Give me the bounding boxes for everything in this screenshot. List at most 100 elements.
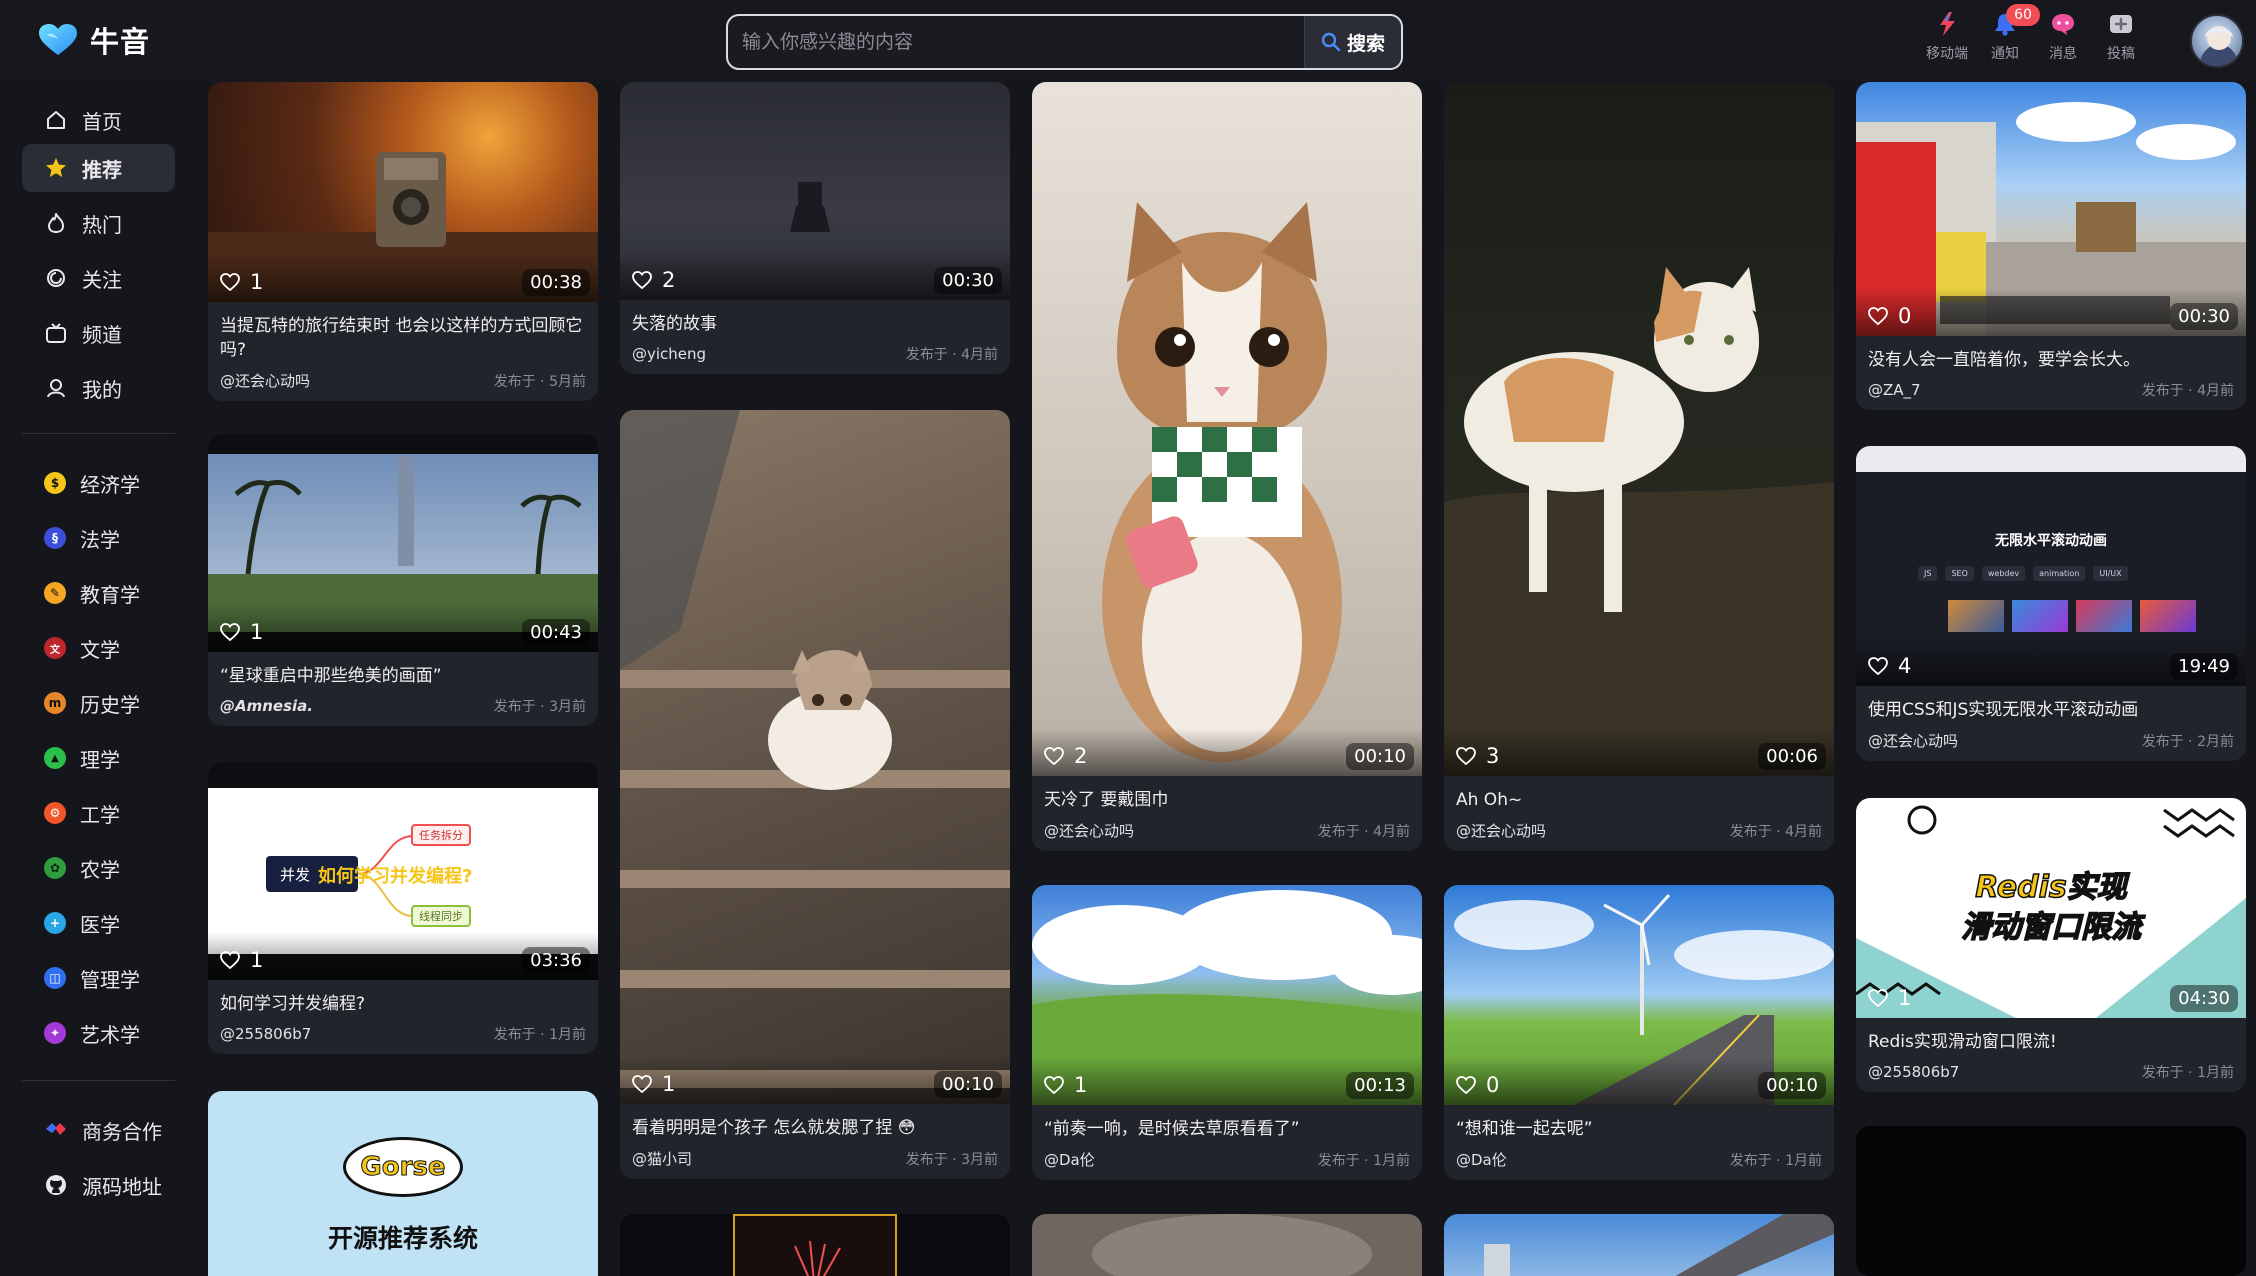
- sidebar-item-recommend[interactable]: 推荐: [22, 144, 175, 192]
- sidebar-item-engineering[interactable]: ⚙ 工学: [22, 789, 175, 837]
- author-name[interactable]: @255806b7: [1868, 1063, 1959, 1081]
- sidebar-item-art[interactable]: ✦ 艺术学: [22, 1009, 175, 1057]
- upload-label: 投稿: [2107, 46, 2135, 62]
- channel-icon: [44, 321, 68, 345]
- video-card[interactable]: 2 00:30 失落的故事 @yicheng 发布于 · 4月前: [620, 82, 1010, 374]
- author-name[interactable]: @还会心动吗: [1868, 730, 1958, 751]
- sidebar-item-label: 文学: [80, 637, 120, 662]
- sidebar-item-cooperation[interactable]: 商务合作: [22, 1106, 175, 1154]
- fire-icon: [44, 211, 68, 235]
- publish-date: 发布于 · 1月前: [1317, 1152, 1410, 1169]
- sidebar-item-label: 农学: [80, 857, 120, 882]
- sidebar-item-source[interactable]: 源码地址: [22, 1161, 175, 1209]
- sidebar-item-label: 经济学: [80, 472, 140, 497]
- card-meta: @还会心动吗 发布于 · 5月前: [220, 370, 586, 391]
- card-meta: @还会心动吗 发布于 · 4月前: [1044, 820, 1410, 841]
- logo[interactable]: 牛音: [38, 20, 150, 60]
- sidebar-item-literature[interactable]: 文 文学: [22, 624, 175, 672]
- video-duration: 00:10: [934, 1071, 1002, 1098]
- sidebar-item-follow[interactable]: 关注: [22, 254, 175, 302]
- author-name[interactable]: @还会心动吗: [220, 370, 310, 391]
- video-card[interactable]: Gorse 开源推荐系统: [208, 1091, 598, 1276]
- likes-indicator: 1: [220, 948, 263, 972]
- sidebar-item-medicine[interactable]: + 医学: [22, 899, 175, 947]
- demo-tag: JS: [1918, 566, 1938, 581]
- mobile-button[interactable]: 移动端: [1926, 10, 1968, 63]
- search-input[interactable]: [728, 16, 1304, 68]
- avatar[interactable]: [2190, 14, 2244, 68]
- video-card[interactable]: 并发 如何学习并发编程? 任务拆分 线程同步 1 03:36 如何学习并发编程?…: [208, 762, 598, 1054]
- github-icon: [44, 1173, 68, 1197]
- author-name[interactable]: @yicheng: [632, 345, 706, 363]
- author-name[interactable]: @还会心动吗: [1044, 820, 1134, 841]
- sidebar-item-law[interactable]: § 法学: [22, 514, 175, 562]
- video-duration: 00:43: [522, 619, 590, 646]
- author-name[interactable]: @还会心动吗: [1456, 820, 1546, 841]
- card-meta: @Da伦 发布于 · 1月前: [1044, 1149, 1410, 1170]
- search-button[interactable]: 搜索: [1304, 16, 1401, 68]
- video-card[interactable]: [1444, 1214, 1834, 1276]
- sidebar-item-education[interactable]: ✎ 教育学: [22, 569, 175, 617]
- science-icon: ▲: [44, 747, 66, 769]
- message-button[interactable]: 消息: [2042, 10, 2084, 63]
- avatar-image: [2198, 26, 2240, 66]
- heart-icon: [1456, 1076, 1476, 1094]
- likes-count: 4: [1898, 654, 1912, 678]
- sidebar-divider: [22, 433, 175, 434]
- video-card[interactable]: [620, 1214, 1010, 1276]
- author-name[interactable]: @ZA_7: [1868, 381, 1921, 399]
- management-icon: ◫: [44, 967, 66, 989]
- video-title: “想和谁一起去呢”: [1456, 1119, 1593, 1139]
- video-card[interactable]: 1 00:13 “前奏一响，是时候去草原看看了” @Da伦 发布于 · 1月前: [1032, 885, 1422, 1180]
- author-name[interactable]: @Amnesia.: [220, 697, 313, 715]
- video-card[interactable]: 无限水平滚动动画 JS SEO webdev animation UI/UX 4…: [1856, 446, 2246, 761]
- sidebar-item-economics[interactable]: $ 经济学: [22, 459, 175, 507]
- sidebar-item-science[interactable]: ▲ 理学: [22, 734, 175, 782]
- author-name[interactable]: @猫小司: [632, 1148, 692, 1169]
- demo-tags: JS SEO webdev animation UI/UX: [1918, 566, 2128, 581]
- browser-chrome: [1856, 446, 2246, 472]
- sidebar-item-mine[interactable]: 我的: [22, 364, 175, 412]
- video-card[interactable]: 0 00:30 没有人会一直陪着你，要学会长大。 @ZA_7 发布于 · 4月前: [1856, 82, 2246, 410]
- video-card[interactable]: [1032, 1214, 1422, 1276]
- publish-date: 发布于 · 1月前: [2141, 1065, 2234, 1081]
- video-card[interactable]: Redis实现 滑动窗口限流 1 04:30 Redis实现滑动窗口限流! @2…: [1856, 798, 2246, 1092]
- likes-count: 1: [250, 948, 264, 972]
- author-name[interactable]: @Da伦: [1456, 1149, 1507, 1170]
- heart-icon: [220, 623, 240, 641]
- video-duration: 19:49: [2170, 653, 2238, 680]
- video-card[interactable]: 1 00:38 当提瓦特的旅行结束时 也会以这样的方式回顾它吗? @还会心动吗 …: [208, 82, 598, 401]
- card-info: 如何学习并发编程? @255806b7 发布于 · 1月前: [208, 980, 598, 1054]
- card-info: 没有人会一直陪着你，要学会长大。 @ZA_7 发布于 · 4月前: [1856, 336, 2246, 410]
- video-card[interactable]: 0 00:10 “想和谁一起去呢” @Da伦 发布于 · 1月前: [1444, 885, 1834, 1180]
- video-card[interactable]: 3 00:06 Ah Oh~ @还会心动吗 发布于 · 4月前: [1444, 82, 1834, 851]
- video-card[interactable]: 2 00:10 天冷了 要戴围巾 @还会心动吗 发布于 · 4月前: [1032, 82, 1422, 851]
- video-card[interactable]: 1 00:43 “星球重启中那些绝美的画面” @Amnesia. 发布于 · 3…: [208, 434, 598, 726]
- demo-tag: SEO: [1945, 566, 1974, 581]
- video-thumbnail: 1 00:10: [620, 410, 1010, 1104]
- author-name[interactable]: @255806b7: [220, 1025, 311, 1043]
- sidebar-item-label: 源码地址: [82, 1174, 162, 1199]
- demo-heading: 无限水平滚动动画: [1995, 533, 2107, 549]
- video-duration: 00:10: [1346, 743, 1414, 770]
- star-icon: [44, 156, 68, 180]
- upload-button[interactable]: 投稿: [2100, 10, 2142, 63]
- sidebar-item-history[interactable]: m 历史学: [22, 679, 175, 727]
- card-info: 失落的故事 @yicheng 发布于 · 4月前: [620, 300, 1010, 374]
- video-card[interactable]: [1856, 1126, 2246, 1276]
- notification-button[interactable]: 60 通知: [1984, 4, 2040, 63]
- upload-icon: [2107, 10, 2135, 38]
- video-thumbnail: 1 00:43: [208, 434, 598, 652]
- video-duration: 00:38: [522, 269, 590, 296]
- card-info: 当提瓦特的旅行结束时 也会以这样的方式回顾它吗? @还会心动吗 发布于 · 5月…: [208, 302, 598, 401]
- sidebar-item-channel[interactable]: 频道: [22, 309, 175, 357]
- sidebar-item-management[interactable]: ◫ 管理学: [22, 954, 175, 1002]
- sidebar-item-home[interactable]: 首页: [22, 96, 175, 144]
- likes-indicator: 1: [220, 270, 263, 294]
- sidebar-item-agriculture[interactable]: ✿ 农学: [22, 844, 175, 892]
- card-meta: @Da伦 发布于 · 1月前: [1456, 1149, 1822, 1170]
- video-duration: 00:30: [2170, 303, 2238, 330]
- video-card[interactable]: 1 00:10 看着明明是个孩子 怎么就发腮了捏 😳 @猫小司 发布于 · 3月…: [620, 410, 1010, 1179]
- author-name[interactable]: @Da伦: [1044, 1149, 1095, 1170]
- sidebar-item-hot[interactable]: 热门: [22, 199, 175, 247]
